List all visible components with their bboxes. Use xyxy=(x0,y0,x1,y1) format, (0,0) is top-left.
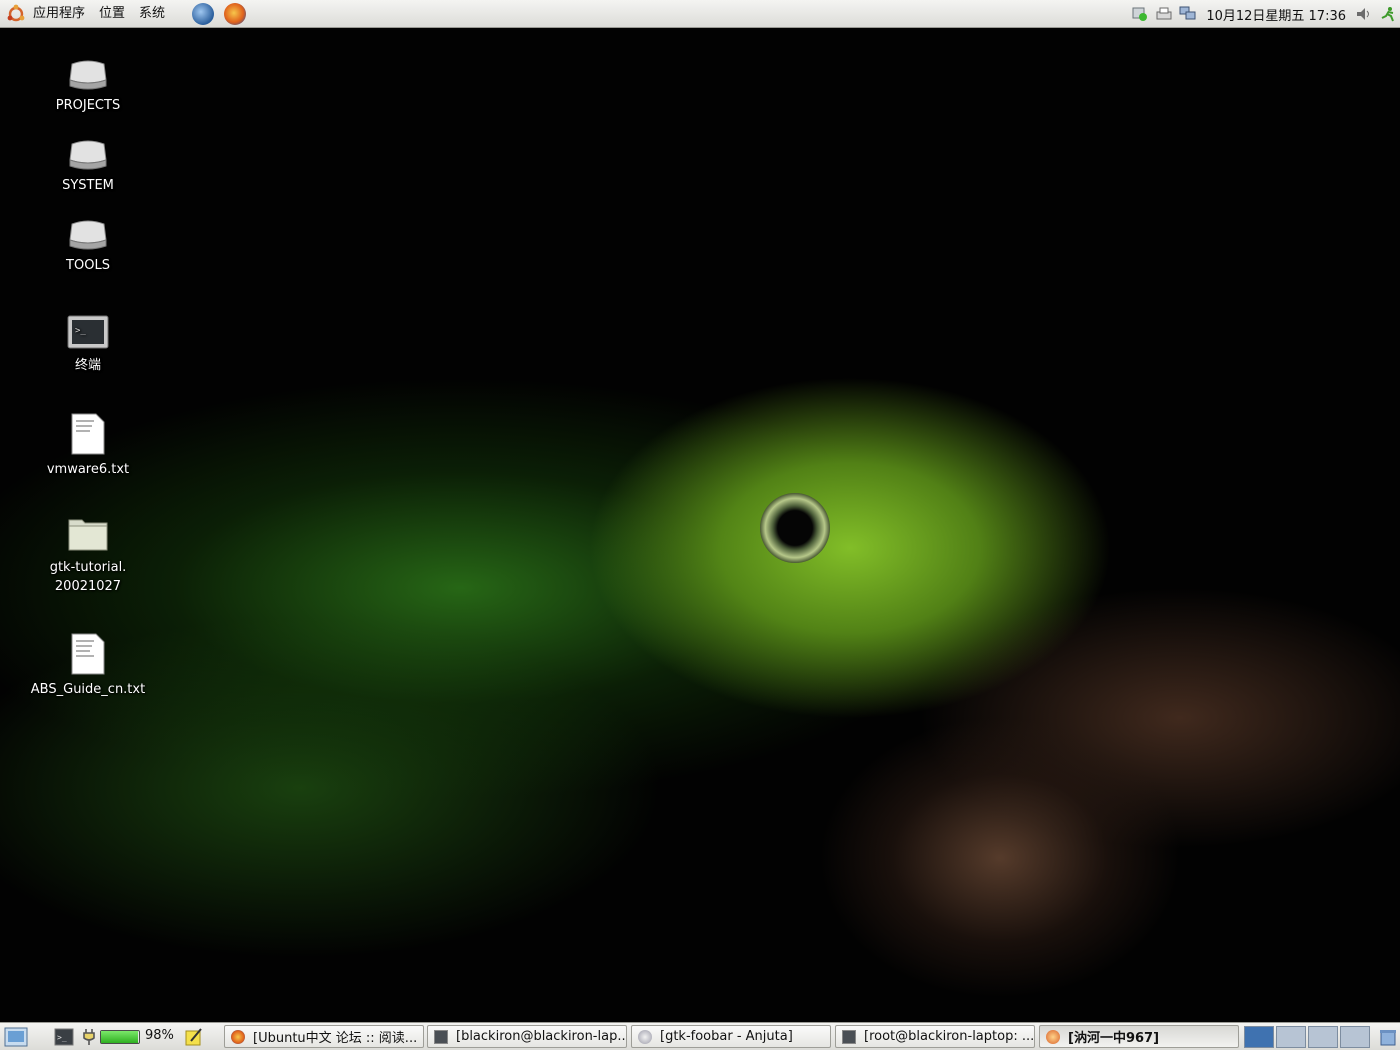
terminal-icon: >_ xyxy=(67,315,109,349)
svg-text:>_: >_ xyxy=(75,326,86,336)
icon-label: 终端 xyxy=(74,358,101,373)
top-panel: 应用程序 位置 系统 10月12日星期五 17:36 xyxy=(0,0,1400,28)
icon-label: ABS_Guide_cn.txt xyxy=(30,682,146,697)
firefox-icon xyxy=(231,1029,245,1044)
taskbar-button-terminal-1[interactable]: [blackiron@blackiron-lap... xyxy=(427,1025,627,1048)
ubuntu-logo-icon[interactable] xyxy=(6,4,26,24)
icon-label: vmware6.txt xyxy=(46,462,130,477)
workspace-3[interactable] xyxy=(1308,1026,1338,1048)
trash-icon[interactable] xyxy=(1378,1027,1398,1047)
task-label: [gtk-foobar - Anjuta] xyxy=(660,1029,793,1044)
show-desktop-icon[interactable] xyxy=(4,1027,28,1047)
volume-icon[interactable] xyxy=(1355,6,1373,22)
icon-label: gtk-tutorial. 20021027 xyxy=(49,560,127,594)
battery-percent: 98% xyxy=(145,1028,174,1043)
workspace-1[interactable] xyxy=(1244,1026,1274,1048)
notes-icon[interactable] xyxy=(184,1027,204,1047)
printer-icon[interactable] xyxy=(1155,6,1173,22)
drive-icon xyxy=(69,60,107,90)
desktop-icon-system[interactable]: SYSTEM xyxy=(28,136,148,195)
icon-label: TOOLS xyxy=(66,258,110,273)
system-tray: 10月12日星期五 17:36 xyxy=(1128,0,1400,28)
icon-label: SYSTEM xyxy=(62,178,114,193)
terminal-icon xyxy=(842,1029,856,1044)
desktop-wallpaper[interactable]: PROJECTS SYSTEM TOOLS >_ 终端 vmware6.txt xyxy=(0,28,1400,1022)
task-label: [汭河一中967] xyxy=(1068,1031,1160,1046)
wallpaper-snake-eye xyxy=(760,493,830,563)
clock[interactable]: 10月12日星期五 17:36 xyxy=(1206,5,1346,24)
desktop-icon-projects[interactable]: PROJECTS xyxy=(28,56,148,115)
task-label: [root@blackiron-laptop: ... xyxy=(864,1029,1035,1044)
icon-label: PROJECTS xyxy=(55,98,121,113)
thunderbird-launcher-icon[interactable] xyxy=(192,2,215,25)
workspace-2[interactable] xyxy=(1276,1026,1306,1048)
menu-system[interactable]: 系统 xyxy=(132,0,172,28)
menu-places[interactable]: 位置 xyxy=(92,0,132,28)
running-man-icon[interactable] xyxy=(1379,6,1397,22)
task-label: [Ubuntu中文 论坛 :: 阅读... xyxy=(253,1031,418,1046)
network-manager-icon[interactable] xyxy=(1179,6,1197,22)
desktop-icon-terminal[interactable]: >_ 终端 xyxy=(28,314,148,375)
svg-text:>_: >_ xyxy=(57,1033,67,1042)
anjuta-icon xyxy=(638,1029,652,1044)
terminal-launcher-icon[interactable]: >_ xyxy=(54,1028,74,1046)
battery-meter[interactable] xyxy=(100,1030,140,1044)
task-label: [blackiron@blackiron-lap... xyxy=(456,1029,627,1044)
drive-icon xyxy=(69,140,107,170)
desktop-icon-abs-guide-cn-txt[interactable]: ABS_Guide_cn.txt xyxy=(28,632,148,699)
taskbar-button-anjuta[interactable]: [gtk-foobar - Anjuta] xyxy=(631,1025,831,1048)
taskbar-button-firefox[interactable]: [Ubuntu中文 论坛 :: 阅读... xyxy=(224,1025,424,1048)
terminal-icon xyxy=(434,1029,448,1044)
taskbar-button-terminal-2[interactable]: [root@blackiron-laptop: ... xyxy=(835,1025,1035,1048)
text-file-icon xyxy=(71,413,105,455)
taskbar-button-chat[interactable]: [汭河一中967] xyxy=(1039,1025,1239,1048)
menu-applications[interactable]: 应用程序 xyxy=(26,0,92,28)
text-file-icon xyxy=(71,633,105,675)
desktop-icon-vmware6-txt[interactable]: vmware6.txt xyxy=(28,412,148,479)
workspace-4[interactable] xyxy=(1340,1026,1370,1048)
desktop-icon-gtk-tutorial[interactable]: gtk-tutorial. 20021027 xyxy=(28,514,148,596)
battery-fill xyxy=(101,1031,139,1043)
power-plug-icon[interactable] xyxy=(82,1028,96,1046)
chat-icon xyxy=(1046,1029,1060,1044)
folder-icon xyxy=(68,519,108,551)
network-status-icon[interactable] xyxy=(1131,6,1149,22)
drive-icon xyxy=(69,220,107,250)
desktop-icon-tools[interactable]: TOOLS xyxy=(28,216,148,275)
bottom-panel: >_ 98% [Ubuntu中文 论坛 :: 阅读... [blackiron@… xyxy=(0,1022,1400,1050)
firefox-launcher-icon[interactable] xyxy=(224,2,247,25)
